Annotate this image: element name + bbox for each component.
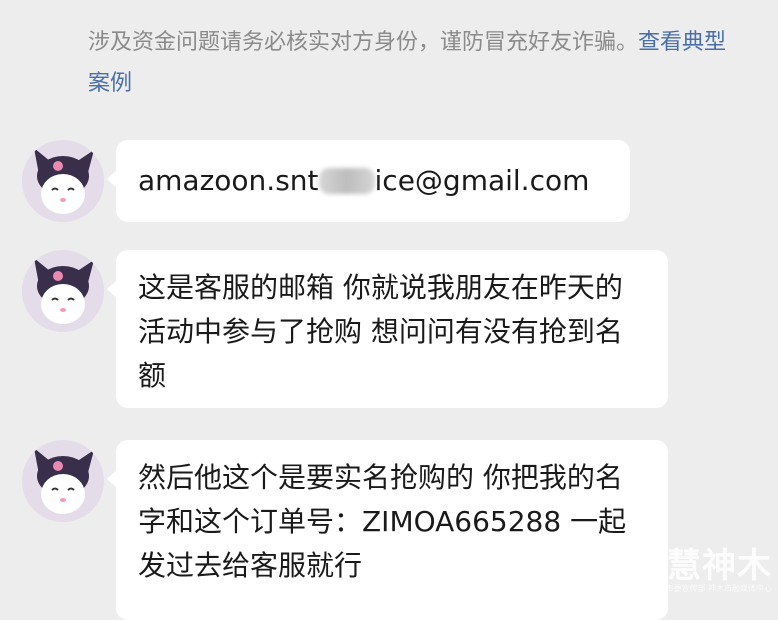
redacted-text: [318, 168, 375, 194]
contact-avatar[interactable]: [22, 250, 104, 332]
avatar-kuromi-icon: [22, 440, 104, 522]
avatar-kuromi-icon: [22, 140, 104, 222]
notice-text: 涉及资金问题请务必核实对方身份，谨防冒充好友诈骗。: [88, 30, 639, 55]
message-bubble: 然后他这个是要实名抢购的 你把我的名字和这个订单号：ZIMOA665288 一起…: [107, 440, 668, 620]
message-text: 然后他这个是要实名抢购的 你把我的名字和这个订单号：ZIMOA665288 一起…: [138, 461, 627, 582]
fraud-warning-notice: 涉及资金问题请务必核实对方身份，谨防冒充好友诈骗。查看典型案例: [88, 22, 728, 104]
email-text-start: amazoon.snt: [138, 164, 319, 197]
message-text: 这是客服的邮箱 你就说我朋友在昨天的活动中参与了抢购 想问问有没有抢到名额: [138, 271, 623, 392]
contact-avatar[interactable]: [22, 440, 104, 522]
avatar-kuromi-icon: [22, 250, 104, 332]
email-text-end: ice@gmail.com: [374, 164, 590, 197]
watermark-text: 智慧神木: [632, 546, 772, 586]
message-bubble: 这是客服的邮箱 你就说我朋友在昨天的活动中参与了抢购 想问问有没有抢到名额: [107, 250, 668, 408]
watermark: 智慧神木 中共神木市委宣传部 神木市融媒体中心: [592, 546, 772, 593]
watermark-subtext: 中共神木市委宣传部 神木市融媒体中心: [633, 584, 772, 593]
message-bubble: amazoon.snt ice@gmail.com: [107, 140, 630, 222]
contact-avatar[interactable]: [22, 140, 104, 222]
